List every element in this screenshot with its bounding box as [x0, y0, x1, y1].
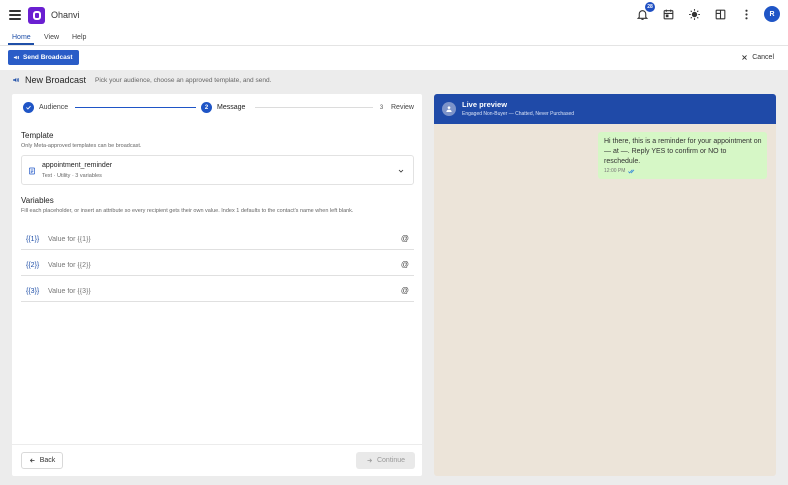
- notifications-button[interactable]: 28: [634, 2, 655, 22]
- contact-avatar: [442, 102, 456, 116]
- footer-divider: [12, 444, 422, 445]
- preview-title: Live preview: [462, 100, 508, 109]
- variable-key: {{1}}: [26, 236, 40, 243]
- page-header: New Broadcast Pick your audience, choose…: [12, 75, 271, 85]
- send-broadcast-button[interactable]: Send Broadcast: [8, 50, 79, 65]
- theme-toggle[interactable]: [686, 6, 702, 22]
- message-bubble: Hi there, this is a reminder for your ap…: [598, 132, 767, 179]
- message-timestamp: 12:00 PM: [604, 168, 636, 174]
- step-3-label[interactable]: Review: [391, 104, 414, 111]
- broadcast-form: Audience 2 Message 3 Review Template Onl…: [12, 94, 422, 476]
- template-section-title: Template: [21, 131, 54, 140]
- preview-header: Live preview Engaged Non-Buyer — Chatted…: [434, 94, 776, 124]
- step-2-label[interactable]: Message: [217, 104, 245, 111]
- menu-icon[interactable]: [9, 10, 21, 20]
- page-title: New Broadcast: [25, 75, 87, 85]
- notification-badge: 28: [645, 2, 655, 12]
- layout-button[interactable]: [712, 6, 728, 22]
- continue-label: Continue: [376, 457, 406, 464]
- step-1-done[interactable]: [23, 102, 34, 113]
- continue-button[interactable]: Continue: [356, 452, 415, 469]
- tab-help[interactable]: Help: [72, 34, 86, 41]
- variable-3-input[interactable]: [48, 284, 388, 299]
- insert-attribute-button[interactable]: @: [401, 234, 409, 243]
- arrow-left-icon: [29, 458, 35, 463]
- more-options-button[interactable]: [738, 6, 754, 22]
- cancel-label: Cancel: [752, 54, 774, 61]
- megaphone-icon: [13, 55, 19, 60]
- template-meta: Text · Utility · 3 variables: [42, 173, 102, 179]
- live-preview-panel: Live preview Engaged Non-Buyer — Chatted…: [434, 94, 776, 476]
- variable-key: {{3}}: [26, 288, 40, 295]
- cancel-button[interactable]: Cancel: [741, 54, 774, 61]
- person-icon: [446, 106, 452, 112]
- step-3-number[interactable]: 3: [376, 102, 387, 113]
- active-tab-indicator: [8, 43, 34, 45]
- check-icon: [26, 105, 31, 110]
- arrow-right-icon: [367, 458, 373, 463]
- template-name: appointment_reminder: [42, 162, 113, 169]
- insert-attribute-button[interactable]: @: [401, 286, 409, 295]
- stepper: Audience 2 Message 3 Review: [12, 94, 422, 120]
- layout-icon: [715, 9, 725, 19]
- message-time: 12:00 PM: [604, 168, 626, 174]
- tab-home[interactable]: Home: [12, 34, 31, 41]
- close-icon: [742, 55, 748, 60]
- step-2-number[interactable]: 2: [201, 102, 212, 113]
- template-hint: Only Meta-approved templates can be broa…: [21, 143, 142, 149]
- more-vertical-icon: [744, 9, 748, 19]
- chevron-down-icon: [398, 169, 404, 173]
- calendar-button[interactable]: [660, 6, 676, 22]
- app-logo: [28, 7, 45, 24]
- document-icon: [29, 167, 35, 175]
- template-select[interactable]: appointment_reminder Text · Utility · 3 …: [21, 155, 414, 185]
- sun-icon: [688, 8, 700, 20]
- step-connector: [75, 107, 196, 108]
- variable-2-input[interactable]: [48, 258, 388, 273]
- page-subtitle: Pick your audience, choose an approved t…: [95, 76, 272, 84]
- message-text: Hi there, this is a reminder for your ap…: [604, 138, 762, 165]
- variable-1-input[interactable]: [48, 232, 388, 247]
- variable-row: {{1}} @: [21, 230, 414, 250]
- ribbon: Send Broadcast Cancel: [0, 46, 788, 70]
- tab-view[interactable]: View: [44, 34, 59, 41]
- step-1-label[interactable]: Audience: [39, 104, 68, 111]
- send-broadcast-label: Send Broadcast: [23, 54, 73, 61]
- menu-tabs: Home View Help: [0, 31, 788, 46]
- calendar-icon: [663, 9, 673, 19]
- top-bar: Ohanvi 28 R: [0, 0, 788, 31]
- variable-row: {{2}} @: [21, 256, 414, 276]
- back-button[interactable]: Back: [21, 452, 63, 469]
- insert-attribute-button[interactable]: @: [401, 260, 409, 269]
- preview-audience: Engaged Non-Buyer — Chatted, Never Purch…: [462, 111, 575, 117]
- double-check-icon: [628, 169, 635, 173]
- megaphone-icon: [13, 78, 19, 82]
- variable-key: {{2}}: [26, 262, 40, 269]
- back-label: Back: [39, 457, 56, 464]
- variables-section-title: Variables: [21, 196, 54, 205]
- step-connector: [255, 107, 373, 108]
- top-actions: 28 R: [634, 2, 780, 22]
- variables-hint: Fill each placeholder, or insert an attr…: [21, 208, 354, 214]
- user-avatar[interactable]: R: [764, 6, 780, 22]
- variable-row: {{3}} @: [21, 282, 414, 302]
- app-title: Ohanvi: [51, 10, 80, 20]
